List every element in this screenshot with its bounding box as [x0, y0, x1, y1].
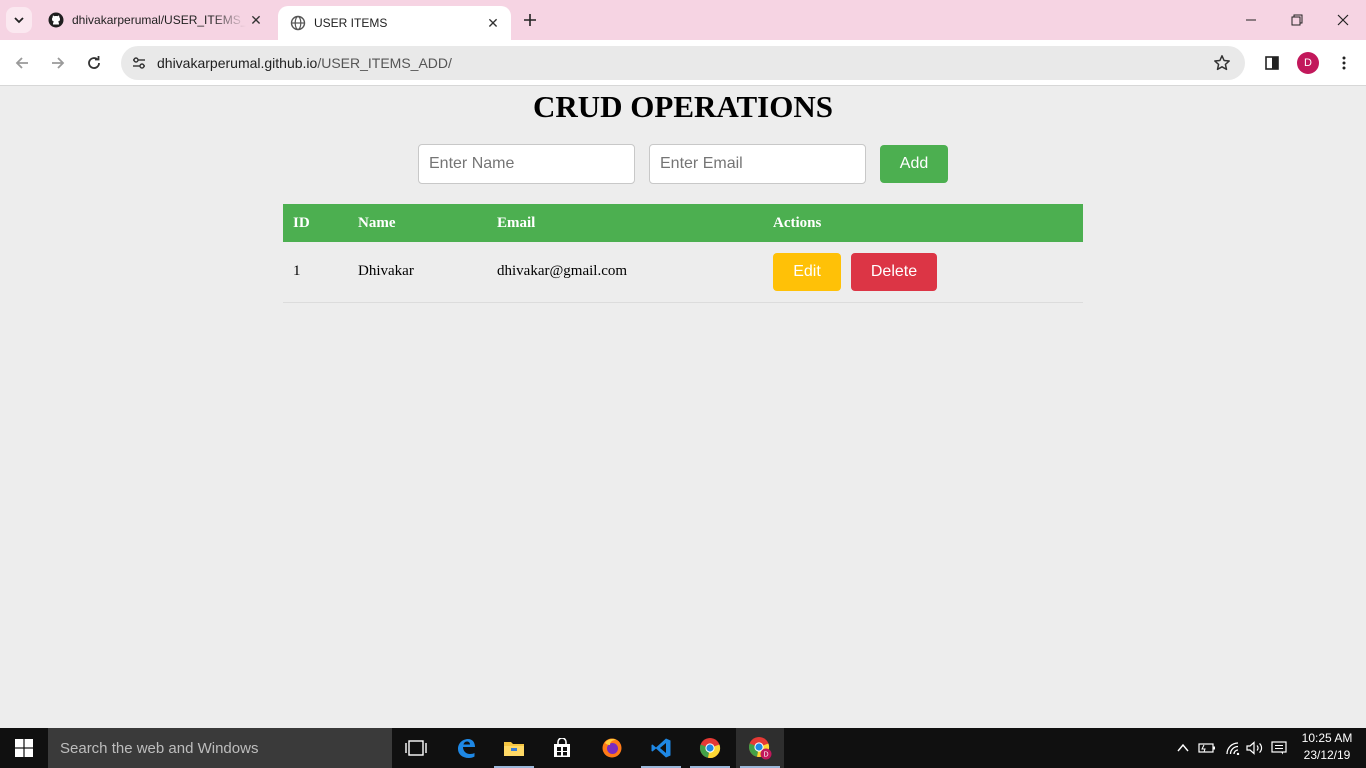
column-header-id: ID [283, 204, 348, 242]
wifi-icon [1226, 742, 1240, 755]
browser-toolbar: dhivakarperumal.github.io/USER_ITEMS_ADD… [0, 40, 1366, 86]
chevron-up-icon [1177, 743, 1189, 752]
network-button[interactable] [1222, 728, 1244, 768]
start-button[interactable] [0, 728, 48, 768]
address-bar[interactable]: dhivakarperumal.github.io/USER_ITEMS_ADD… [121, 46, 1245, 80]
email-input[interactable] [649, 144, 866, 184]
volume-icon [1246, 741, 1263, 755]
close-icon [1337, 14, 1349, 26]
globe-icon [290, 15, 306, 31]
cell-actions: Edit Delete [763, 242, 1083, 303]
notification-icon [1271, 741, 1287, 755]
edit-button[interactable]: Edit [773, 252, 841, 291]
tab-title: dhivakarperumal/USER_ITEMS_ADD [72, 13, 246, 27]
restore-button[interactable] [1274, 0, 1320, 40]
more-vertical-icon [1342, 56, 1346, 70]
cell-email: dhivakar@gmail.com [487, 242, 763, 303]
arrow-right-icon [52, 57, 65, 69]
site-info-icon[interactable] [127, 51, 151, 75]
clock-time: 10:25 AM [1301, 731, 1353, 745]
reload-button[interactable] [80, 49, 108, 77]
close-tab-icon[interactable]: ✕ [483, 13, 503, 33]
cell-id: 1 [283, 242, 348, 303]
vscode-icon [651, 738, 671, 758]
restore-icon [1291, 14, 1303, 26]
tab-user-items[interactable]: USER ITEMS ✕ [278, 6, 511, 40]
tab-strip: dhivakarperumal/USER_ITEMS_ADD ✕ USER IT… [0, 0, 1366, 40]
clock-date: 23/12/19 [1303, 748, 1351, 762]
firefox-button[interactable] [588, 728, 636, 768]
arrow-left-icon [15, 57, 28, 69]
name-input[interactable] [418, 144, 635, 184]
profile-avatar[interactable]: D [1297, 52, 1319, 74]
new-tab-button[interactable] [518, 8, 542, 32]
column-header-name: Name [348, 204, 487, 242]
back-button[interactable] [8, 49, 36, 77]
column-header-actions: Actions [763, 204, 1083, 242]
minimize-icon [1246, 19, 1256, 21]
delete-button[interactable]: Delete [851, 252, 937, 291]
chrome-icon [699, 738, 721, 759]
show-hidden-icons-button[interactable] [1174, 728, 1192, 768]
battery-button[interactable] [1196, 728, 1218, 768]
firefox-icon [602, 738, 622, 758]
volume-button[interactable] [1244, 728, 1266, 768]
side-panel-button[interactable] [1258, 49, 1286, 77]
chrome-button[interactable] [686, 728, 734, 768]
file-explorer-button[interactable] [490, 728, 538, 768]
page-title: CRUD OPERATIONS [533, 89, 833, 124]
page-content: CRUD OPERATIONS Add ID Name Email Action… [0, 87, 1366, 728]
vscode-button[interactable] [637, 728, 685, 768]
close-tab-icon[interactable]: ✕ [246, 10, 266, 30]
menu-button[interactable] [1330, 49, 1358, 77]
task-view-icon [405, 740, 427, 756]
add-button[interactable]: Add [880, 145, 948, 183]
forward-button[interactable] [44, 49, 72, 77]
action-center-button[interactable] [1268, 728, 1290, 768]
battery-icon [1198, 743, 1215, 753]
table-row: 1 Dhivakar dhivakar@gmail.com Edit Delete [283, 242, 1083, 303]
table-header-row: ID Name Email Actions [283, 204, 1083, 242]
windows-icon [15, 739, 33, 757]
plus-icon [524, 14, 536, 26]
edge-button[interactable] [442, 728, 490, 768]
taskbar: Search the web and Windows D 10:25 AM 23… [0, 728, 1366, 768]
task-view-button[interactable] [392, 728, 440, 768]
chrome-profile-button[interactable]: D [736, 728, 784, 768]
taskbar-search-box[interactable]: Search the web and Windows [48, 728, 392, 768]
tab-search-button[interactable] [6, 7, 32, 33]
chevron-down-icon [14, 17, 24, 24]
taskbar-clock[interactable]: 10:25 AM 23/12/19 [1292, 730, 1362, 764]
side-panel-icon [1265, 56, 1279, 70]
file-explorer-icon [504, 742, 524, 756]
cell-name: Dhivakar [348, 242, 487, 303]
close-window-button[interactable] [1320, 0, 1366, 40]
tab-github[interactable]: dhivakarperumal/USER_ITEMS_ADD ✕ [36, 0, 274, 40]
github-icon [48, 12, 64, 28]
bookmark-star-icon[interactable] [1211, 52, 1233, 74]
url-path: /USER_ITEMS_ADD/ [317, 55, 452, 71]
chrome-profile-icon: D [748, 737, 772, 760]
edge-icon [458, 739, 475, 758]
minimize-button[interactable] [1228, 0, 1274, 40]
svg-text:D: D [763, 752, 768, 759]
users-table: ID Name Email Actions 1 Dhivakar dhivaka… [283, 204, 1083, 303]
reload-icon [88, 56, 100, 69]
url-text[interactable]: dhivakarperumal.github.io/USER_ITEMS_ADD… [157, 55, 452, 71]
tab-title: USER ITEMS [314, 16, 388, 30]
url-host: dhivakarperumal.github.io [157, 55, 318, 71]
store-icon [554, 738, 570, 757]
store-button[interactable] [538, 728, 586, 768]
column-header-email: Email [487, 204, 763, 242]
